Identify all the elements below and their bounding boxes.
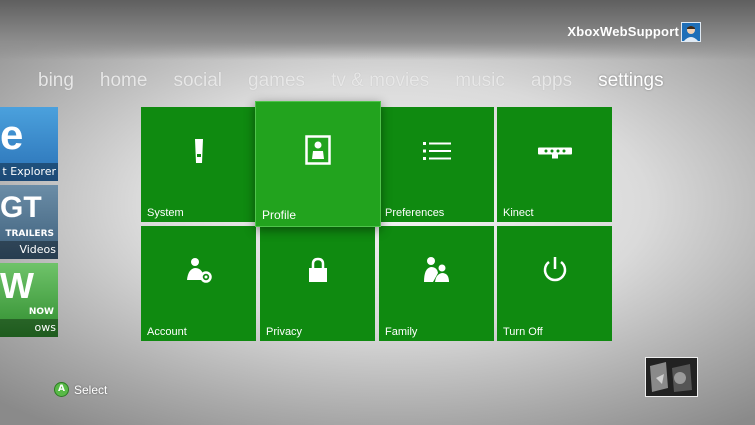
gamertag[interactable]: XboxWebSupport xyxy=(567,24,679,39)
nav-bing[interactable]: bing xyxy=(38,70,74,100)
select-label: Select xyxy=(74,382,108,397)
nav-home[interactable]: home xyxy=(100,70,148,100)
tile-label: Family xyxy=(385,326,418,338)
kinect-camera-preview xyxy=(645,357,698,397)
nav-settings[interactable]: settings xyxy=(598,70,663,100)
tile-label: Profile xyxy=(262,208,297,222)
tile-label: Account xyxy=(147,326,187,338)
profile-icon xyxy=(305,134,331,169)
lock-icon xyxy=(308,257,328,287)
ie-logo-icon: e xyxy=(0,111,24,158)
side-tiles: e t Explorer GT TRAILERS Videos W NOW ow… xyxy=(0,107,58,341)
gametrailers-logo-icon: GT xyxy=(0,191,42,224)
tile-privacy[interactable]: Privacy xyxy=(260,226,375,341)
tile-label: Turn Off xyxy=(503,326,543,338)
tile-account[interactable]: Account xyxy=(141,226,256,341)
tile-family[interactable]: Family xyxy=(379,226,494,341)
main-nav: bing home social games tv & movies music… xyxy=(38,70,690,100)
tile-preferences[interactable]: Preferences xyxy=(379,107,494,222)
select-hint: A Select xyxy=(54,382,107,397)
tile-system[interactable]: System xyxy=(141,107,256,222)
power-icon xyxy=(541,256,569,288)
tile-turn-off[interactable]: Turn Off xyxy=(497,226,612,341)
side-tile-gametrailers[interactable]: GT TRAILERS Videos xyxy=(0,185,58,259)
tile-label: Kinect xyxy=(503,207,534,219)
nav-tv-movies[interactable]: tv & movies xyxy=(331,70,429,100)
side-tile-sub: TRAILERS xyxy=(5,229,54,239)
account-settings-icon xyxy=(184,255,214,289)
avatar-icon[interactable] xyxy=(681,22,701,42)
tile-kinect[interactable]: Kinect xyxy=(497,107,612,222)
side-tile-label: Videos xyxy=(0,241,58,259)
console-icon xyxy=(192,137,206,169)
tile-label: System xyxy=(147,207,184,219)
nav-music[interactable]: music xyxy=(455,70,505,100)
tile-label: Privacy xyxy=(266,326,303,338)
tile-profile[interactable]: Profile xyxy=(255,101,381,227)
nav-games[interactable]: games xyxy=(248,70,305,100)
a-button-icon: A xyxy=(54,382,69,397)
side-tile-label: ows xyxy=(0,319,58,337)
cw-logo-icon: W xyxy=(0,265,34,306)
side-tile-label: t Explorer xyxy=(0,163,58,181)
nav-apps[interactable]: apps xyxy=(531,70,572,100)
family-icon xyxy=(422,255,452,289)
tile-label: Preferences xyxy=(385,207,445,219)
side-tile-internet-explorer[interactable]: e t Explorer xyxy=(0,107,58,181)
kinect-sensor-icon xyxy=(537,144,572,163)
list-icon xyxy=(422,141,451,165)
side-tile-sub: NOW xyxy=(28,307,54,317)
side-tile-cw-now[interactable]: W NOW ows xyxy=(0,263,58,337)
nav-social[interactable]: social xyxy=(173,70,222,100)
